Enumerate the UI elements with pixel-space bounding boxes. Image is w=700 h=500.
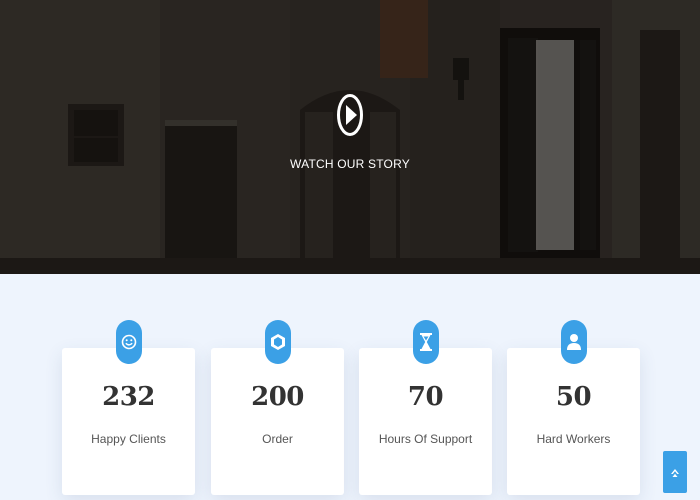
hourglass-icon xyxy=(419,333,432,351)
stats-section: 232 Happy Clients 200 Order 70 Hours Of … xyxy=(0,274,700,500)
stat-icon-badge xyxy=(560,320,587,364)
stat-value: 70 xyxy=(407,382,444,412)
stat-value: 50 xyxy=(555,382,592,412)
stat-card-hard-workers: 50 Hard Workers xyxy=(507,320,640,495)
stat-icon-badge xyxy=(412,320,439,364)
stat-label: Hours Of Support xyxy=(378,432,473,446)
hero-video-section: WATCH OUR STORY xyxy=(0,0,700,274)
stat-card-order: 200 Order xyxy=(211,320,344,495)
play-circle-icon xyxy=(337,94,363,136)
stat-card-hours-of-support: 70 Hours Of Support xyxy=(359,320,492,495)
video-cta: WATCH OUR STORY xyxy=(0,0,700,274)
stat-icon-badge xyxy=(264,320,291,364)
stat-label: Hard Workers xyxy=(536,432,611,446)
stat-value: 200 xyxy=(251,382,304,412)
play-video-button[interactable] xyxy=(336,93,364,137)
watch-our-story-label[interactable]: WATCH OUR STORY xyxy=(290,157,410,171)
stat-label: Order xyxy=(262,432,293,446)
user-icon xyxy=(566,334,581,350)
stat-label: Happy Clients xyxy=(91,432,166,446)
chevron-up-icon xyxy=(671,469,679,477)
stat-icon-badge xyxy=(115,320,142,364)
smiley-icon xyxy=(121,334,136,350)
gem-icon xyxy=(270,334,285,350)
scroll-to-top-button[interactable] xyxy=(663,451,687,493)
stat-card-happy-clients: 232 Happy Clients xyxy=(62,320,195,495)
stat-value: 232 xyxy=(102,382,155,412)
